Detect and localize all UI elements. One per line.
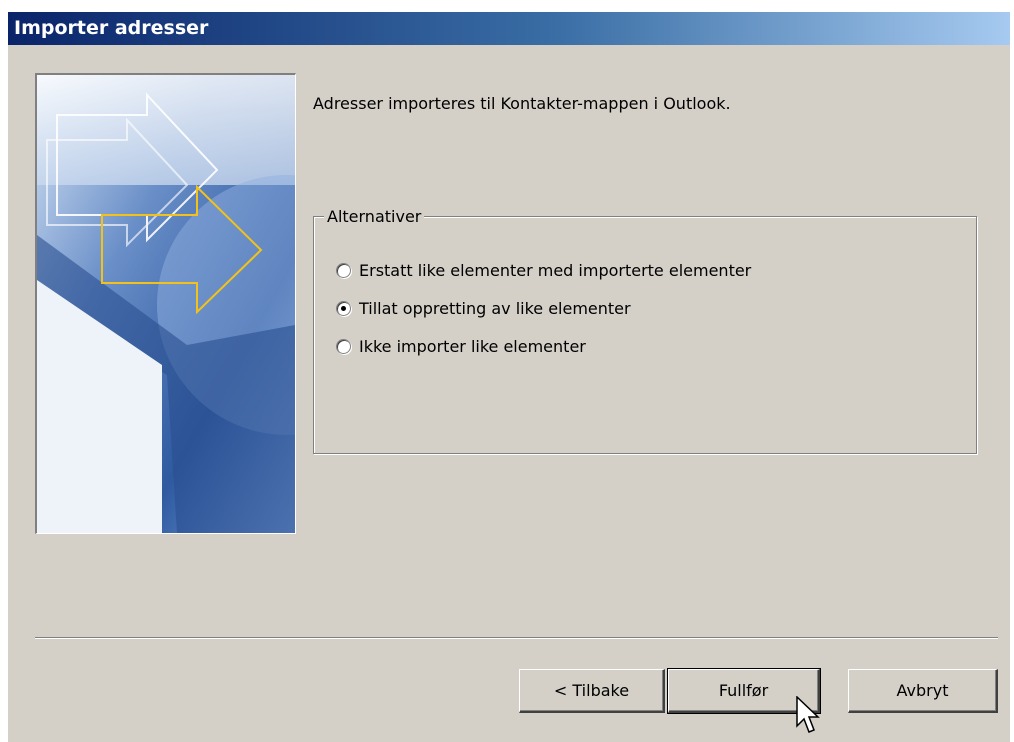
option-label: Ikke importer like elementer [359, 337, 586, 356]
title-bar[interactable]: Importer adresser [8, 12, 1010, 45]
back-button[interactable]: < Tilbake [519, 669, 665, 713]
radio-button[interactable] [336, 301, 351, 316]
button-separator [35, 637, 998, 639]
intro-text: Adresser importeres til Kontakter-mappen… [313, 94, 731, 113]
option-replace-duplicates[interactable]: Erstatt like elementer med importerte el… [336, 261, 751, 280]
option-do-not-import-duplicates[interactable]: Ikke importer like elementer [336, 337, 586, 356]
option-label: Erstatt like elementer med importerte el… [359, 261, 752, 280]
radio-button[interactable] [336, 263, 351, 278]
cancel-button[interactable]: Avbryt [848, 669, 998, 713]
wizard-side-image [35, 73, 296, 534]
option-label: Tillat oppretting av like elementer [359, 299, 631, 318]
window-title: Importer adresser [14, 17, 209, 39]
mouse-pointer-icon [796, 696, 820, 733]
radio-button[interactable] [336, 339, 351, 354]
options-legend: Alternativer [324, 207, 425, 226]
radio-selected-dot [341, 306, 346, 311]
import-wizard-dialog: Importer adresser Adresser importeres ti… [8, 12, 1010, 742]
option-allow-duplicates[interactable]: Tillat oppretting av like elementer [336, 299, 631, 318]
options-groupbox: Alternativer Erstatt like elementer med … [313, 207, 977, 454]
